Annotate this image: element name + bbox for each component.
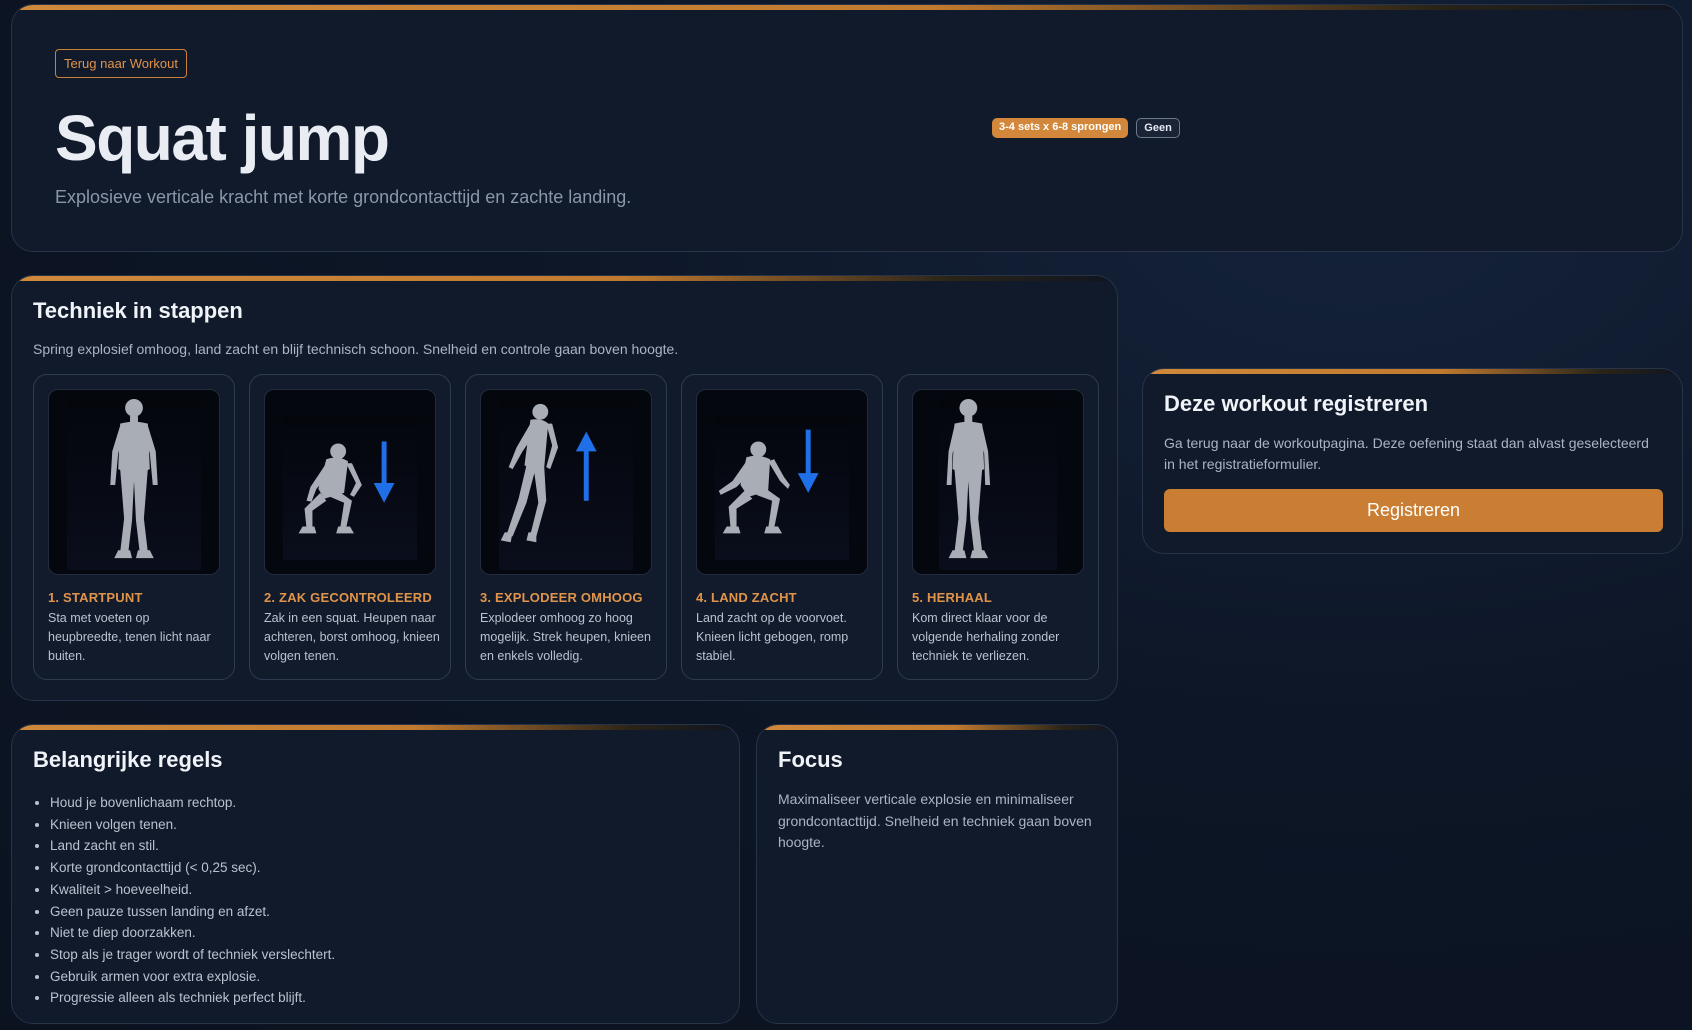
- focus-card: Focus Maximaliseer verticale explosie en…: [756, 724, 1118, 1024]
- technique-steps: 1. STARTPUNT Sta met voeten op heupbreed…: [33, 374, 1099, 680]
- step-text: Sta met voeten op heupbreedte, tenen lic…: [48, 611, 211, 663]
- list-item: Niet te diep doorzakken.: [50, 922, 335, 944]
- technique-card: Techniek in stappen Spring explosief omh…: [11, 275, 1118, 701]
- technique-intro: Spring explosief omhoog, land zacht en b…: [33, 341, 679, 357]
- focus-title: Focus: [778, 747, 843, 772]
- technique-title: Techniek in stappen: [33, 298, 243, 323]
- arrow-down-icon: [373, 441, 395, 503]
- step-text: Explodeer omhoog zo hoog mogelijk. Strek…: [480, 611, 651, 663]
- sets-badge: 3-4 sets x 6-8 sprongen: [992, 118, 1129, 138]
- jumping-figure-icon: [500, 403, 597, 543]
- standing-figure-icon: [110, 398, 158, 559]
- step-title: 3. EXPLODEER OMHOOG: [480, 590, 643, 605]
- register-card: Deze workout registreren Ga terug naar d…: [1142, 368, 1683, 554]
- list-item: Knieen volgen tenen.: [50, 814, 335, 836]
- list-item: Stop als je trager wordt of techniek ver…: [50, 944, 335, 966]
- step-text: Kom direct klaar voor de volgende herhal…: [912, 611, 1060, 663]
- arrow-up-icon: [575, 431, 597, 501]
- rules-card: Belangrijke regels Houd je bovenlichaam …: [11, 724, 740, 1024]
- back-to-workout-button[interactable]: Terug naar Workout: [55, 49, 187, 78]
- list-item: Progressie alleen als techniek perfect b…: [50, 987, 335, 1009]
- step-image: [480, 389, 652, 575]
- step-title: 4. LAND ZACHT: [696, 590, 797, 605]
- arrow-down-icon: [797, 429, 819, 493]
- rules-list: Houd je bovenlichaam rechtop. Knieen vol…: [50, 792, 335, 1009]
- step-card: 5. HERHAAL Kom direct klaar voor de volg…: [897, 374, 1099, 680]
- exercise-header: Terug naar Workout Squat jump 3-4 sets x…: [11, 4, 1683, 252]
- step-card: 2. ZAK GECONTROLEERD Zak in een squat. H…: [249, 374, 451, 680]
- step-title: 1. STARTPUNT: [48, 590, 143, 605]
- register-title: Deze workout registreren: [1164, 391, 1429, 416]
- page-subtitle: Explosieve verticale kracht met korte gr…: [55, 187, 632, 207]
- rules-title: Belangrijke regels: [33, 747, 223, 772]
- step-card: 4. LAND ZACHT Land zacht op de voorvoet.…: [681, 374, 883, 680]
- exercise-badges: 3-4 sets x 6-8 sprongen Geen: [992, 118, 1180, 138]
- step-title: 5. HERHAAL: [912, 590, 993, 605]
- list-item: Kwaliteit > hoeveelheid.: [50, 879, 335, 901]
- squat-figure-icon: [298, 441, 395, 534]
- list-item: Gebruik armen voor extra explosie.: [50, 966, 335, 988]
- standing-figure-icon: [946, 398, 991, 559]
- list-item: Geen pauze tussen landing en afzet.: [50, 901, 335, 923]
- step-card: 1. STARTPUNT Sta met voeten op heupbreed…: [33, 374, 235, 680]
- list-item: Houd je bovenlichaam rechtop.: [50, 792, 335, 814]
- register-text: Ga terug naar de workoutpagina. Deze oef…: [1164, 435, 1649, 472]
- list-item: Land zacht en stil.: [50, 835, 335, 857]
- squat-figure-icon: [718, 429, 819, 534]
- equipment-badge: Geen: [1136, 118, 1180, 138]
- list-item: Korte grondcontacttijd (< 0,25 sec).: [50, 857, 335, 879]
- step-text: Land zacht op de voorvoet. Knieen licht …: [696, 611, 849, 663]
- step-image: [48, 389, 220, 575]
- focus-text: Maximaliseer verticale explosie en minim…: [778, 791, 1092, 850]
- step-image: [912, 389, 1084, 575]
- step-image: [696, 389, 868, 575]
- page-title: Squat jump: [55, 102, 390, 174]
- register-button[interactable]: Registreren: [1164, 489, 1663, 532]
- step-card: 3. EXPLODEER OMHOOG Explodeer omhoog zo …: [465, 374, 667, 680]
- step-image: [264, 389, 436, 575]
- step-text: Zak in een squat. Heupen naar achteren, …: [264, 611, 440, 663]
- step-title: 2. ZAK GECONTROLEERD: [264, 590, 432, 605]
